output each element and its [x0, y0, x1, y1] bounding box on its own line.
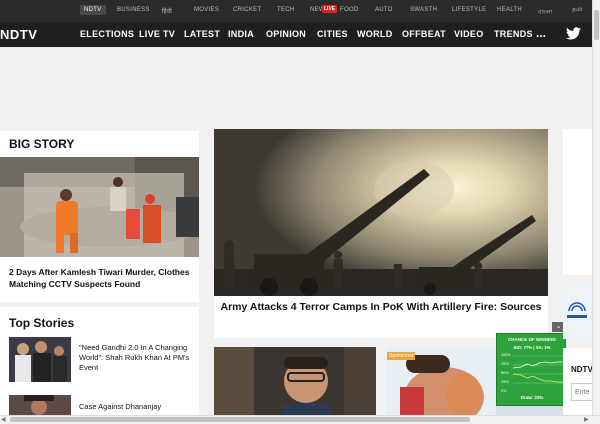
- widget-y-label: 25%: [501, 380, 509, 384]
- twitter-icon[interactable]: [566, 27, 581, 40]
- topbar-link-tamil[interactable]: தமி: [572, 7, 582, 14]
- sponsored-label: Sponsored: [387, 352, 416, 360]
- hero-headline[interactable]: Army Attacks 4 Terror Camps In PoK With …: [214, 296, 548, 338]
- nav-item-elections[interactable]: ELECTIONS: [80, 29, 134, 39]
- vertical-scrollbar[interactable]: [592, 0, 600, 424]
- topbar-link-business[interactable]: BUSINESS: [117, 7, 150, 13]
- top-story-thumbnail[interactable]: [9, 395, 71, 415]
- widget-team-odds: IND: 77% | SA: 1%: [513, 345, 551, 350]
- widget-title: CHANCE OF WINNING: [508, 337, 556, 342]
- widget-y-label: 100%: [501, 353, 511, 357]
- live-badge: LIVE: [322, 5, 338, 13]
- topbar-link-hindi[interactable]: हिंदी: [162, 7, 172, 15]
- ndtv-logo[interactable]: NDTV: [0, 27, 37, 42]
- right-column-ad[interactable]: [563, 283, 592, 339]
- nav-item-india[interactable]: INDIA: [228, 29, 254, 39]
- nav-item-cities[interactable]: CITIES: [317, 29, 348, 39]
- nav-item-latest[interactable]: LATEST: [184, 29, 220, 39]
- top-stories-heading: Top Stories: [9, 316, 75, 330]
- topbar-link-movies[interactable]: MOVIES: [194, 7, 219, 13]
- nav-item-world[interactable]: WORLD: [357, 29, 393, 39]
- topbar-link-ndtv[interactable]: NDTV: [80, 5, 106, 15]
- news-card-image[interactable]: [214, 347, 376, 417]
- widget-y-label: 50%: [501, 371, 509, 375]
- big-story-headline[interactable]: 2 Days After Kamlesh Tiwari Murder, Clot…: [9, 266, 194, 290]
- right-column-card: [563, 129, 592, 275]
- big-story-image[interactable]: [0, 157, 199, 257]
- win-probability-graph: [513, 355, 563, 384]
- topbar-link-cricket[interactable]: CRICKET: [233, 7, 261, 13]
- widget-draw-odds: Draw: 22%: [520, 395, 544, 400]
- top-story-thumbnail[interactable]: [9, 337, 71, 382]
- big-story-heading: BIG STORY: [9, 137, 75, 151]
- nav-item-offbeat[interactable]: OFFBEAT: [402, 29, 446, 39]
- top-utility-bar: NDTV BUSINESS हिंदी MOVIES CRICKET TECH …: [0, 0, 600, 22]
- hero-image[interactable]: [214, 129, 548, 296]
- topbar-link-swasth[interactable]: SWASTH: [410, 7, 437, 13]
- widget-y-label: 0%: [501, 389, 507, 393]
- more-menu-button[interactable]: ...: [536, 26, 546, 40]
- chance-of-winning-widget[interactable]: CHANCE OF WINNING IND: 77% | SA: 1% 100%…: [496, 333, 566, 406]
- top-story-item-1[interactable]: "Need Gandhi 2.0 In A Changing World": S…: [79, 343, 194, 373]
- main-navigation: NDTV ELECTIONS LIVE TV LATEST INDIA OPIN…: [0, 22, 600, 47]
- topbar-link-auto[interactable]: AUTO: [375, 7, 393, 13]
- nav-item-opinion[interactable]: OPINION: [266, 29, 306, 39]
- nav-item-video[interactable]: VIDEO: [454, 29, 484, 39]
- topbar-link-health[interactable]: HEALTH: [497, 7, 522, 13]
- newsletter-brand: NDTV: [571, 365, 593, 374]
- topbar-link-tech[interactable]: TECH: [277, 7, 295, 13]
- nav-item-live-tv[interactable]: LIVE TV: [139, 29, 175, 39]
- topbar-link-lifestyle[interactable]: LIFESTYLE: [452, 7, 486, 13]
- top-story-item-2[interactable]: Case Against Dhananjay: [79, 402, 194, 412]
- scroll-left-arrow-icon[interactable]: ◀: [1, 416, 6, 423]
- scroll-right-arrow-icon[interactable]: ▶: [584, 416, 589, 423]
- horizontal-scrollbar-thumb[interactable]: [10, 417, 470, 422]
- nav-item-trends[interactable]: TRENDS: [494, 29, 533, 39]
- topbar-link-food[interactable]: FOOD: [340, 7, 359, 13]
- topbar-link-bangla[interactable]: বাংলা: [538, 7, 552, 18]
- widget-y-label: 75%: [501, 362, 509, 366]
- vertical-scrollbar-thumb[interactable]: [594, 10, 599, 40]
